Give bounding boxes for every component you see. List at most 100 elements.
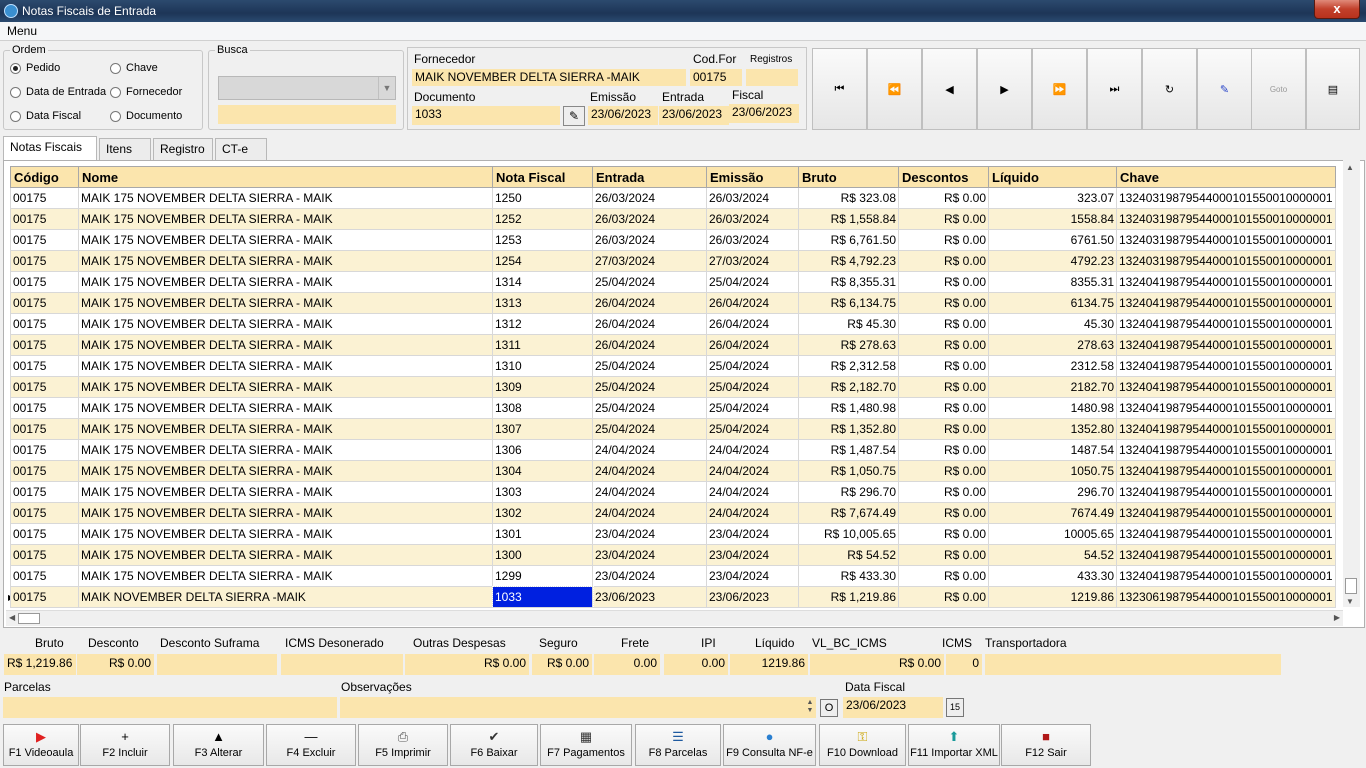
column-header[interactable]: Código [10,166,79,188]
tab-notas-fiscais[interactable]: Notas Fiscais [3,136,97,160]
table-cell[interactable]: R$ 0.00 [898,376,989,398]
table-cell[interactable]: 27/03/2024 [592,250,707,272]
table-cell[interactable]: R$ 0.00 [898,250,989,272]
table-cell[interactable]: 00175 [10,208,79,230]
f10-download-button[interactable]: ⚿ F10 Download [819,724,906,766]
emissao-field[interactable]: 23/06/2023 [588,106,658,125]
table-cell[interactable]: 13240319879544000101550010000001 [1116,208,1336,230]
horizontal-scrollbar[interactable]: ◀ ▶ [6,610,1343,626]
table-cell[interactable]: R$ 323.08 [798,187,899,209]
table-cell[interactable]: R$ 0.00 [898,229,989,251]
table-cell[interactable]: 13240419879544000101550010000001 [1116,292,1336,314]
f8-parcelas-button[interactable]: ☰ F8 Parcelas [635,724,721,766]
table-row[interactable]: 00175 MAIK 175 NOVEMBER DELTA SIERRA - MA… [10,271,1336,293]
scroll-down-icon[interactable]: ▼ [1346,597,1354,606]
table-cell[interactable]: 1558.84 [988,208,1117,230]
goto-button[interactable]: Goto [1251,48,1306,130]
table-cell[interactable]: 26/03/2024 [706,229,799,251]
table-cell[interactable]: R$ 278.63 [798,334,899,356]
table-cell[interactable]: R$ 0.00 [898,523,989,545]
table-cell[interactable]: 1304 [492,460,593,482]
icms-total-field[interactable]: 0 [946,654,982,675]
table-cell[interactable]: 54.52 [988,544,1117,566]
table-cell[interactable]: R$ 0.00 [898,397,989,419]
table-cell[interactable]: 00175 [10,439,79,461]
radio-circle[interactable] [10,110,21,122]
radio-fornecedor[interactable]: Fornecedor [110,86,182,98]
table-cell[interactable]: 00175 [10,586,79,608]
table-cell[interactable]: 23/06/2023 [706,586,799,608]
column-header[interactable]: Líquido [988,166,1117,188]
table-cell[interactable]: MAIK 175 NOVEMBER DELTA SIERRA - MAIK [78,292,493,314]
table-cell[interactable]: MAIK 175 NOVEMBER DELTA SIERRA - MAIK [78,313,493,335]
tab-itens[interactable]: Itens [99,138,151,160]
table-cell[interactable]: R$ 7,674.49 [798,502,899,524]
table-cell[interactable]: 00175 [10,187,79,209]
table-cell[interactable]: R$ 0.00 [898,460,989,482]
table-cell[interactable]: R$ 4,792.23 [798,250,899,272]
column-header[interactable]: Entrada [592,166,707,188]
table-cell[interactable]: 24/04/2024 [592,439,707,461]
table-cell[interactable]: 13240419879544000101550010000001 [1116,565,1336,587]
table-cell[interactable]: 8355.31 [988,271,1117,293]
seguro-total-field[interactable]: R$ 0.00 [532,654,592,675]
table-cell[interactable]: 1250 [492,187,593,209]
table-row[interactable]: 00175 MAIK 175 NOVEMBER DELTA SIERRA - MA… [10,376,1336,398]
table-cell[interactable]: 25/04/2024 [706,376,799,398]
f9-consulta-nfe-button[interactable]: ● F9 Consulta NF-e [723,724,816,766]
table-cell[interactable]: 23/04/2024 [592,544,707,566]
table-cell[interactable]: 13240419879544000101550010000001 [1116,523,1336,545]
table-cell[interactable]: 6761.50 [988,229,1117,251]
tab-cte[interactable]: CT-e [215,138,267,160]
table-cell[interactable]: 1300 [492,544,593,566]
table-cell[interactable]: 13240419879544000101550010000001 [1116,397,1336,419]
table-cell[interactable]: MAIK 175 NOVEMBER DELTA SIERRA - MAIK [78,481,493,503]
observacoes-spinner[interactable]: ▲ ▼ [803,699,817,717]
table-row[interactable]: 00175 MAIK 175 NOVEMBER DELTA SIERRA - MA… [10,481,1336,503]
table-cell[interactable]: 1301 [492,523,593,545]
table-cell[interactable]: 23/04/2024 [592,565,707,587]
table-cell[interactable]: 00175 [10,481,79,503]
table-cell[interactable]: MAIK 175 NOVEMBER DELTA SIERRA - MAIK [78,334,493,356]
table-cell[interactable]: R$ 6,134.75 [798,292,899,314]
radio-circle[interactable] [110,86,121,98]
table-cell[interactable]: 13240419879544000101550010000001 [1116,544,1336,566]
table-cell[interactable]: 26/04/2024 [706,292,799,314]
table-cell[interactable]: R$ 1,219.86 [798,586,899,608]
fornecedor-field[interactable]: MAIK NOVEMBER DELTA SIERRA -MAIK [412,69,686,86]
table-cell[interactable]: R$ 1,487.54 [798,439,899,461]
table-cell[interactable]: 13240419879544000101550010000001 [1116,271,1336,293]
table-cell[interactable]: 1312 [492,313,593,335]
table-cell[interactable]: R$ 0.00 [898,271,989,293]
table-cell[interactable]: 00175 [10,313,79,335]
transp-total-field[interactable] [985,654,1281,675]
table-row[interactable]: 00175 MAIK 175 NOVEMBER DELTA SIERRA - MA… [10,292,1336,314]
table-cell[interactable]: R$ 2,312.58 [798,355,899,377]
table-row[interactable]: 00175 MAIK NOVEMBER DELTA SIERRA -MAIK 103… [10,585,1336,609]
table-cell[interactable]: 1253 [492,229,593,251]
f5-imprimir-button[interactable]: ⎙ F5 Imprimir [358,724,448,766]
next-page-button[interactable]: ⏩ [1032,48,1087,130]
table-cell[interactable]: 1307 [492,418,593,440]
table-row[interactable]: 00175 MAIK 175 NOVEMBER DELTA SIERRA - MA… [10,523,1336,545]
column-header[interactable]: Descontos [898,166,989,188]
table-cell[interactable]: MAIK 175 NOVEMBER DELTA SIERRA - MAIK [78,355,493,377]
tab-registro[interactable]: Registro [153,138,213,160]
table-cell[interactable]: 26/03/2024 [706,187,799,209]
table-cell[interactable]: 26/03/2024 [592,208,707,230]
table-cell[interactable]: 1308 [492,397,593,419]
table-row[interactable]: 00175 MAIK 175 NOVEMBER DELTA SIERRA - MA… [10,229,1336,251]
table-cell[interactable]: 25/04/2024 [706,418,799,440]
f11-importar-xml-button[interactable]: ⬆ F11 Importar XML [908,724,1000,766]
liquido-total-field[interactable]: 1219.86 [730,654,808,675]
table-cell[interactable]: R$ 0.00 [898,502,989,524]
table-cell[interactable]: 25/04/2024 [592,418,707,440]
table-cell[interactable]: 26/04/2024 [592,334,707,356]
table-cell[interactable]: 00175 [10,502,79,524]
table-cell[interactable]: 24/04/2024 [592,481,707,503]
table-cell[interactable]: 2312.58 [988,355,1117,377]
table-cell[interactable]: 6134.75 [988,292,1117,314]
table-cell[interactable]: 25/04/2024 [592,376,707,398]
frete-total-field[interactable]: 0.00 [594,654,660,675]
table-cell[interactable]: 25/04/2024 [592,355,707,377]
